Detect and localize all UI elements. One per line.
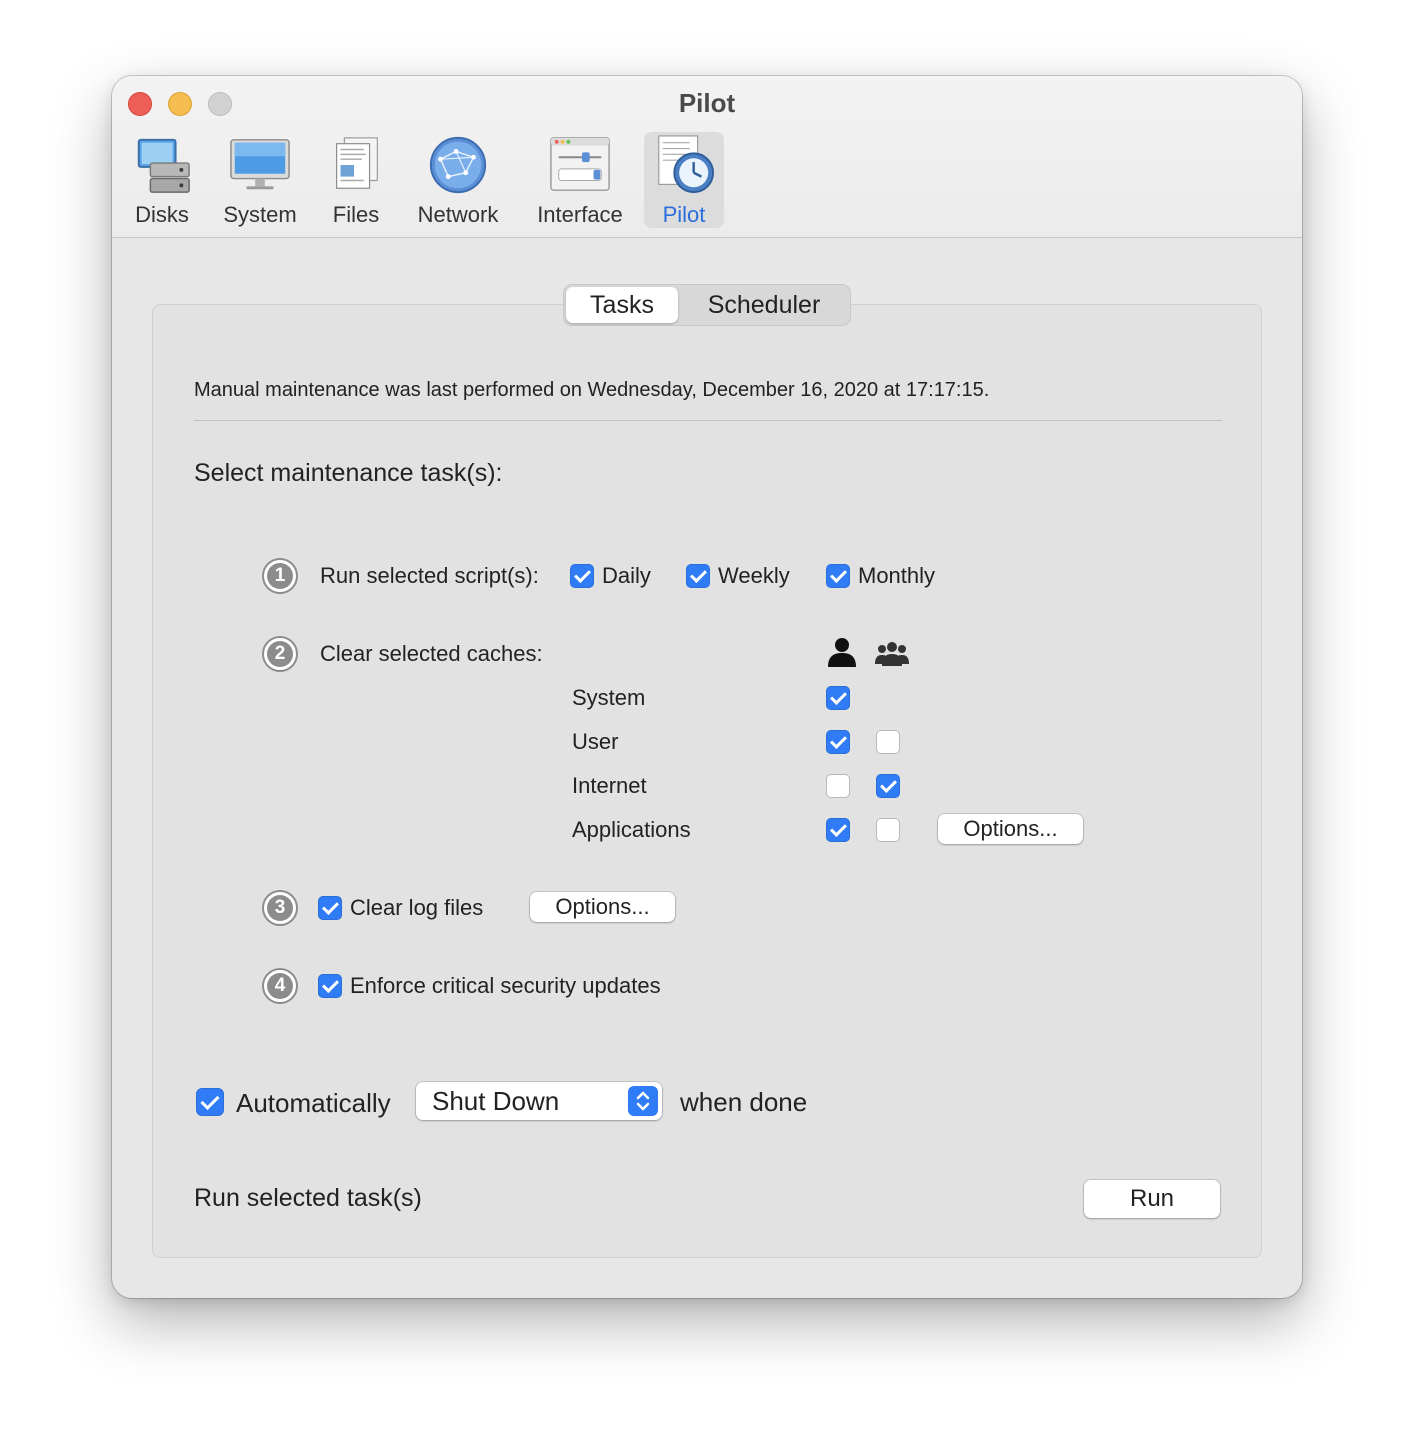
cache-internet-all-checkbox[interactable] (876, 774, 900, 798)
cache-applications-all-checkbox[interactable] (876, 818, 900, 842)
window-title: Pilot (678, 88, 736, 118)
after-action-value: Shut Down (432, 1086, 560, 1116)
toolbar-label-disks: Disks (135, 202, 189, 227)
cache-applications-label: Applications (572, 817, 691, 842)
step-4-badge: 4 (262, 968, 298, 1004)
interface-window-icon (550, 137, 610, 191)
log-options-button[interactable]: Options... (530, 892, 675, 922)
toolbar-label-network: Network (417, 202, 499, 227)
cache-internet-user-checkbox[interactable] (826, 774, 850, 798)
section-heading: Select maintenance task(s): (194, 459, 503, 487)
monthly-label: Monthly (858, 563, 936, 588)
weekly-label: Weekly (718, 563, 790, 588)
cache-user-label: User (572, 729, 619, 754)
step-2-badge: 2 (262, 636, 298, 672)
toolbar-item-pilot[interactable]: Pilot (644, 132, 724, 228)
toolbar-item-system[interactable]: System (216, 132, 304, 228)
toolbar-item-interface[interactable]: Interface (528, 132, 632, 228)
toolbar-item-disks[interactable]: Disks (122, 132, 202, 228)
task1-label: Run selected script(s): (320, 563, 539, 588)
titlebar: Pilot Disks System Files Network Interfa… (112, 76, 1302, 238)
divider (194, 420, 1222, 421)
disks-icon (137, 138, 190, 193)
step-1-badge: 1 (262, 558, 298, 594)
toolbar-label-interface: Interface (537, 202, 623, 227)
task2-label: Clear selected caches: (320, 641, 543, 666)
cache-system-label: System (572, 685, 646, 710)
cache-user-user-checkbox[interactable] (826, 730, 850, 754)
run-button[interactable]: Run (1084, 1180, 1220, 1218)
tab-scheduler[interactable]: Scheduler (682, 287, 846, 323)
updown-chevron-icon (628, 1086, 658, 1116)
clear-log-files-checkbox[interactable] (318, 896, 342, 920)
toolbar-label-pilot: Pilot (662, 202, 706, 227)
toolbar-item-network[interactable]: Network (408, 132, 508, 228)
automatically-label: Automatically (236, 1088, 391, 1118)
daily-label: Daily (602, 563, 651, 588)
when-done-label: when done (680, 1087, 808, 1117)
single-user-icon (828, 638, 856, 667)
cache-options-button[interactable]: Options... (938, 814, 1083, 844)
cache-system-user-checkbox[interactable] (826, 686, 850, 710)
automatically-checkbox[interactable] (196, 1088, 224, 1116)
tab-control: Tasks Scheduler (563, 284, 851, 326)
pilot-window: Pilot Disks System Files Network Interfa… (112, 76, 1302, 1298)
toolbar-item-files[interactable]: Files (318, 132, 394, 228)
network-globe-icon (429, 136, 487, 194)
monthly-checkbox[interactable] (826, 564, 850, 588)
pilot-clock-icon (658, 135, 715, 194)
security-updates-checkbox[interactable] (318, 974, 342, 998)
monitor-icon (230, 139, 290, 190)
tab-tasks[interactable]: Tasks (566, 287, 678, 323)
group-users-icon (875, 642, 909, 666)
daily-checkbox[interactable] (570, 564, 594, 588)
weekly-checkbox[interactable] (686, 564, 710, 588)
cache-user-all-checkbox[interactable] (876, 730, 900, 754)
cache-applications-user-checkbox[interactable] (826, 818, 850, 842)
run-selected-tasks-label: Run selected task(s) (194, 1184, 422, 1212)
last-maintenance-status: Manual maintenance was last performed on… (194, 379, 990, 401)
files-icon (336, 137, 378, 189)
clear-log-files-label: Clear log files (350, 895, 484, 920)
step-3-badge: 3 (262, 890, 298, 926)
toolbar-label-files: Files (332, 202, 380, 227)
security-updates-label: Enforce critical security updates (350, 973, 661, 998)
after-action-popup[interactable]: Shut Down (416, 1082, 662, 1120)
cache-internet-label: Internet (572, 773, 647, 798)
toolbar-label-system: System (223, 202, 297, 227)
